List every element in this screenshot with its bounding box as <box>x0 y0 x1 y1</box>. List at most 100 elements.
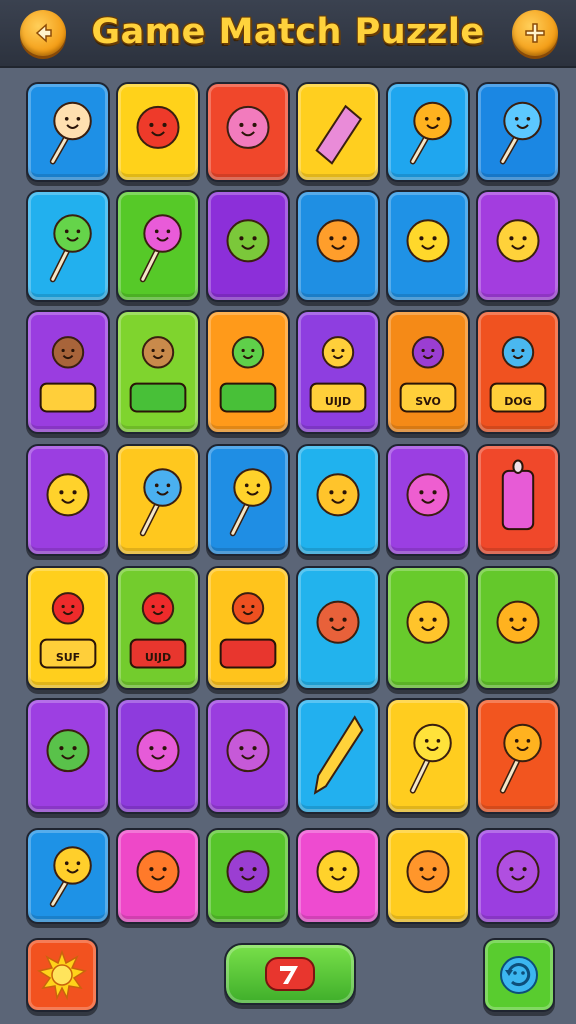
card-art <box>499 723 542 794</box>
blue-lollipop-face-icon <box>499 101 542 165</box>
card-art <box>316 850 360 894</box>
puzzle-card[interactable]: DOG <box>476 310 560 434</box>
puzzle-card[interactable] <box>116 828 200 924</box>
puzzle-card[interactable] <box>116 190 200 302</box>
puzzle-card[interactable] <box>476 566 560 690</box>
card-art: SUF <box>39 592 97 669</box>
back-button[interactable] <box>20 10 66 56</box>
card-art <box>229 468 272 537</box>
back-arrow-icon <box>35 23 52 43</box>
puzzle-card[interactable] <box>296 190 380 302</box>
shuffle-button[interactable] <box>483 938 555 1012</box>
puzzle-card[interactable] <box>296 828 380 924</box>
puzzle-card[interactable] <box>206 190 290 302</box>
card-art <box>501 459 535 531</box>
puzzle-card[interactable] <box>206 566 290 690</box>
yellow-balloon-face-icon <box>316 850 360 894</box>
card-art <box>129 336 187 413</box>
puzzle-card[interactable] <box>296 698 380 814</box>
puzzle-card[interactable] <box>386 698 470 814</box>
puzzle-card[interactable] <box>476 82 560 182</box>
puzzle-card[interactable] <box>386 828 470 924</box>
pink-drop-box-icon <box>406 473 450 517</box>
puzzle-card[interactable] <box>476 698 560 814</box>
puzzle-card[interactable] <box>26 444 110 556</box>
plus-icon <box>525 23 545 43</box>
card-art <box>226 850 270 894</box>
card-art <box>226 729 270 773</box>
red-bear-box-icon <box>219 592 277 669</box>
puzzle-card[interactable]: UIJD <box>296 310 380 434</box>
orange-sun-face-icon <box>316 219 360 263</box>
puzzle-card[interactable] <box>476 828 560 924</box>
page-title: Game Match Puzzle <box>91 12 485 52</box>
puzzle-card[interactable] <box>296 82 380 182</box>
yellow-magnifier-face-icon <box>49 846 92 908</box>
puzzle-card[interactable] <box>206 82 290 182</box>
card-art <box>406 850 450 894</box>
purple-pepper-icon <box>226 850 270 894</box>
puzzle-card[interactable] <box>26 82 110 182</box>
add-button[interactable] <box>512 10 558 56</box>
yellow-face-lollipop-icon <box>409 723 452 794</box>
card-art: DOG <box>489 336 547 413</box>
puzzle-card[interactable] <box>386 444 470 556</box>
card-art <box>496 600 540 644</box>
puzzle-card[interactable] <box>206 310 290 434</box>
bear-purple-gem-icon <box>316 600 360 644</box>
card-art <box>136 105 180 149</box>
card-art <box>315 104 363 165</box>
card-art <box>49 846 92 908</box>
card-label: UIJD <box>145 651 171 664</box>
puzzle-card[interactable] <box>26 310 110 434</box>
purple-balloon-face-icon <box>496 850 540 894</box>
arrow-icon <box>265 957 315 991</box>
puzzle-card[interactable] <box>386 190 470 302</box>
puzzle-card[interactable] <box>386 566 470 690</box>
puzzle-card[interactable] <box>476 190 560 302</box>
puzzle-card[interactable] <box>116 310 200 434</box>
card-art <box>316 219 360 263</box>
puzzle-card[interactable] <box>296 566 380 690</box>
play-button[interactable] <box>224 943 356 1005</box>
puzzle-card[interactable] <box>206 828 290 924</box>
card-art <box>496 219 540 263</box>
card-art <box>219 336 277 413</box>
puzzle-card[interactable]: SUF <box>26 566 110 690</box>
puzzle-card[interactable] <box>476 444 560 556</box>
puzzle-card[interactable] <box>206 698 290 814</box>
hint-button[interactable] <box>26 938 98 1012</box>
card-art: UIJD <box>129 592 187 669</box>
card-art <box>139 214 182 283</box>
card-art <box>49 214 92 283</box>
puzzle-card[interactable] <box>116 444 200 556</box>
flower-face-box-icon <box>496 600 540 644</box>
card-art <box>406 219 450 263</box>
puzzle-card[interactable]: SVO <box>386 310 470 434</box>
card-art <box>136 729 180 773</box>
orange-lollipop-icon <box>409 101 452 165</box>
puzzle-card[interactable] <box>206 444 290 556</box>
yellow-ice-cream-icon <box>496 219 540 263</box>
card-art <box>316 600 360 644</box>
puzzle-card[interactable] <box>116 82 200 182</box>
puzzle-card[interactable] <box>26 190 110 302</box>
puzzle-card[interactable]: UIJD <box>116 566 200 690</box>
bear-green-chest-icon <box>129 336 187 413</box>
puzzle-card[interactable] <box>116 698 200 814</box>
card-art: UIJD <box>309 336 367 413</box>
card-label: UIJD <box>325 395 351 408</box>
puzzle-card[interactable] <box>386 82 470 182</box>
puzzle-card[interactable] <box>296 444 380 556</box>
puzzle-card[interactable] <box>26 698 110 814</box>
card-art <box>39 336 97 413</box>
top-bar: Game Match Puzzle <box>0 0 576 68</box>
pink-bear-lollipop-icon <box>139 214 182 283</box>
bear-cherries-icon <box>406 600 450 644</box>
blue-popsicle-icon <box>139 468 182 537</box>
card-art <box>136 850 180 894</box>
card-label: SUF <box>56 651 80 664</box>
card-art <box>496 850 540 894</box>
card-art <box>46 473 90 517</box>
puzzle-card[interactable] <box>26 828 110 924</box>
